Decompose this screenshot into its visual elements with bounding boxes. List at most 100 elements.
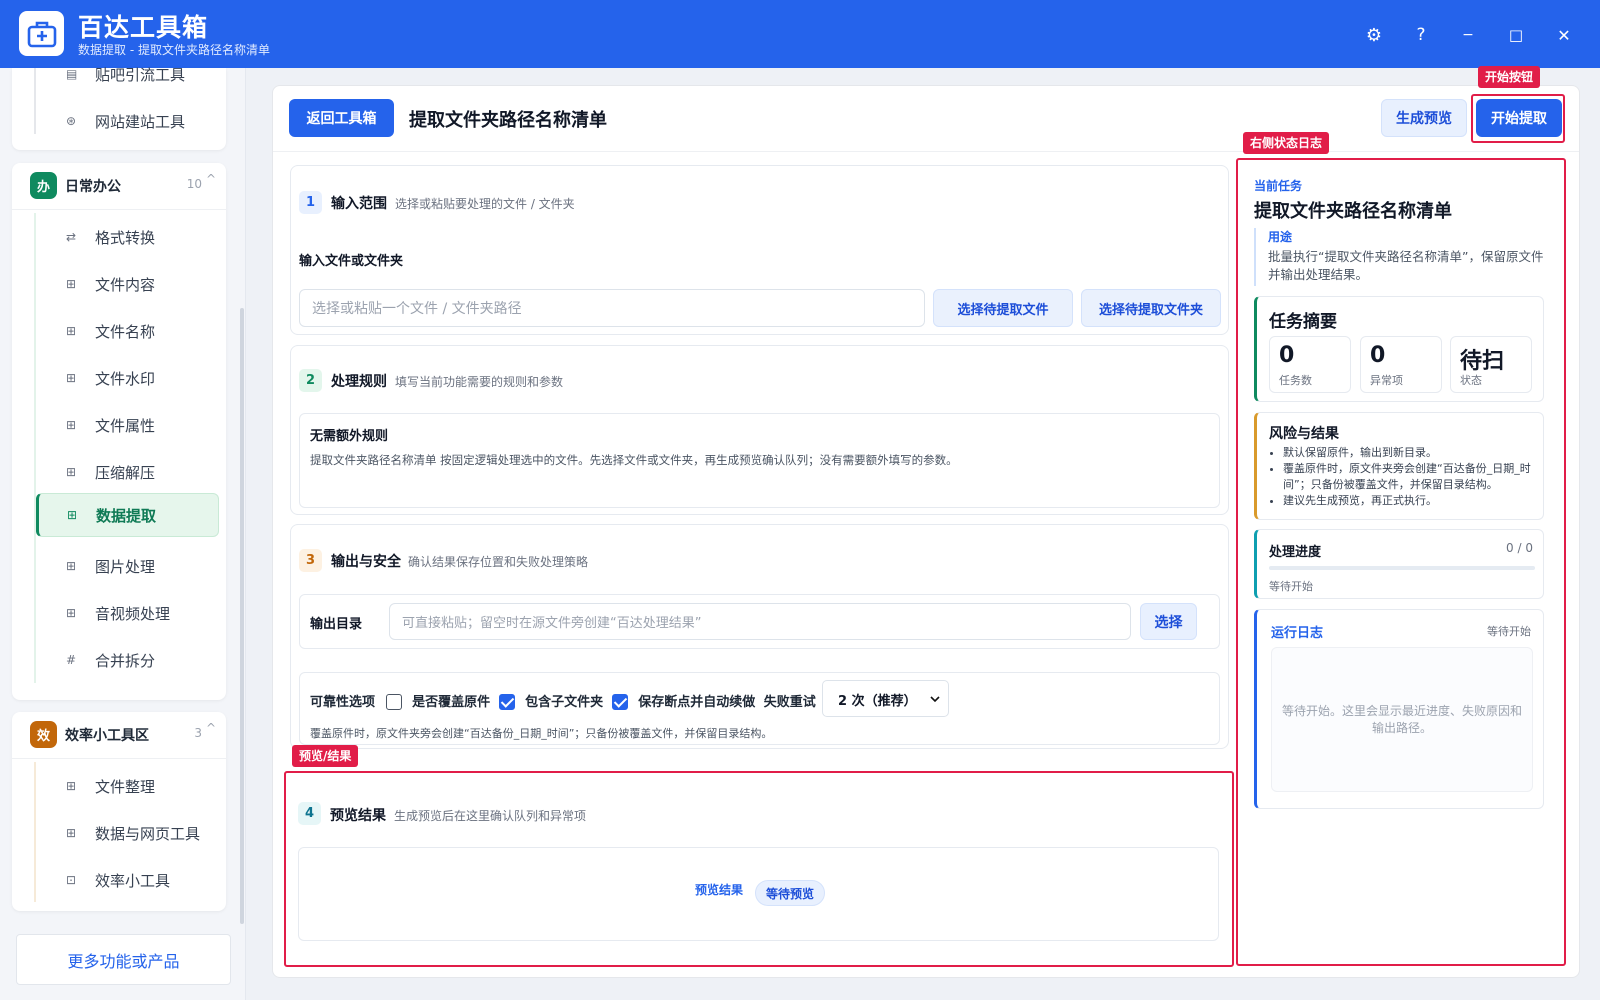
select-file-button[interactable]: 选择待提取文件 — [933, 289, 1073, 327]
group-count: 10 — [186, 177, 202, 191]
sidebar-item-watermark[interactable]: ⊞ 文件水印 — [12, 356, 226, 400]
retry-value: 2 次（推荐） — [838, 694, 917, 709]
choose-output-button[interactable]: 选择 — [1140, 603, 1197, 640]
retry-label: 失败重试 — [763, 695, 816, 710]
status-log-tag: 右侧状态日志 — [1243, 132, 1330, 154]
output-row: 输出目录 可直接粘贴；留空时在源文件旁创建“百达处理结果” 选择 — [299, 594, 1220, 649]
output-label: 输出目录 — [310, 617, 363, 632]
section-title: 输出与安全 — [331, 554, 401, 570]
reliability-row: 可靠性选项 是否覆盖原件 包含子文件夹 保存断点并自动续做 失败重试 2 次（推… — [299, 672, 1220, 745]
sidebar-item-tieba[interactable]: ▤ 贴吧引流工具 — [12, 52, 226, 96]
rule-box: 无需额外规则 提取文件夹路径名称清单 按固定逻辑处理选中的文件。先选择文件或文件… — [299, 413, 1220, 508]
chevron-up-icon: ^ — [205, 172, 216, 186]
sidebar-item-filename[interactable]: ⊞ 文件名称 — [12, 309, 226, 353]
step-number: 3 — [299, 549, 322, 572]
resume-checkbox[interactable] — [611, 693, 628, 710]
subfolders-label: 包含子文件夹 — [525, 695, 604, 710]
group-badge: 办 — [30, 172, 57, 199]
preview-result-tag: 预览/结果 — [292, 745, 359, 767]
help-icon[interactable]: ? — [1406, 20, 1436, 50]
sidebar-item-website[interactable]: ⊛ 网站建站工具 — [12, 99, 226, 143]
section-output: 3 输出与安全 确认结果保存位置和失败处理策略 输出目录 可直接粘贴；留空时在源… — [290, 524, 1229, 749]
title-bar: 百达工具箱 数据提取 - 提取文件夹路径名称清单 ⚙ ? − □ ✕ — [0, 0, 1600, 68]
grid-icon: ⊞ — [66, 371, 77, 385]
grid-icon: ⊞ — [66, 277, 77, 291]
sidebar-item-data-extract-active[interactable]: ⊞ 数据提取 — [36, 493, 219, 537]
start-button-highlight — [1471, 94, 1565, 143]
sidebar-scrollbar[interactable] — [240, 308, 244, 924]
grid-icon: ⊞ — [66, 606, 77, 620]
back-to-toolbox-button[interactable]: 返回工具箱 — [289, 99, 394, 137]
grid-icon: ⊞ — [66, 418, 77, 432]
sidebar-item-label: 合并拆分 — [95, 651, 156, 670]
sidebar-item-content[interactable]: ⊞ 文件内容 — [12, 262, 226, 306]
start-button-tag: 开始按钮 — [1478, 66, 1541, 88]
sidebar-item-label: 格式转换 — [95, 228, 156, 247]
section-title: 输入范围 — [331, 196, 387, 212]
section-rules: 2 处理规则 填写当前功能需要的规则和参数 无需额外规则 提取文件夹路径名称清单… — [290, 345, 1229, 515]
output-dir-field[interactable]: 可直接粘贴；留空时在源文件旁创建“百达处理结果” — [389, 603, 1131, 640]
document-icon: ▤ — [66, 67, 78, 81]
grid-icon: ⊞ — [66, 779, 77, 793]
reliability-label: 可靠性选项 — [310, 695, 376, 710]
sidebar-item-label: 数据提取 — [96, 506, 157, 525]
minimize-icon[interactable]: − — [1453, 20, 1483, 50]
settings-icon[interactable]: ⚙ — [1359, 20, 1389, 50]
swap-icon: ⇄ — [66, 230, 77, 244]
sidebar-item-data-web[interactable]: ⊞ 数据与网页工具 — [12, 811, 226, 855]
subfolders-checkbox[interactable] — [498, 693, 515, 710]
sidebar-item-label: 贴吧引流工具 — [95, 65, 186, 84]
group-title: 效率小工具区 — [65, 728, 149, 744]
reliability-note: 覆盖原件时，原文件夹旁会创建“百达备份_日期_时间”；只备份被覆盖文件，并保留目… — [310, 727, 773, 740]
retry-select[interactable]: 2 次（推荐） — [822, 680, 949, 717]
hash-icon: # — [66, 653, 77, 667]
grid-icon: ⊞ — [67, 508, 78, 522]
step-number: 2 — [299, 369, 322, 392]
toolbox-icon: ⊡ — [66, 873, 77, 887]
sidebar-item-label: 网站建站工具 — [95, 112, 186, 131]
sidebar-item-organize[interactable]: ⊞ 文件整理 — [12, 764, 226, 808]
group-header-office[interactable]: 办 日常办公 10 ^ — [12, 163, 226, 209]
app-title: 百达工具箱 — [78, 13, 209, 42]
sidebar-item-label: 文件属性 — [95, 416, 156, 435]
sidebar-item-merge-split[interactable]: # 合并拆分 — [12, 638, 226, 682]
sidebar-item-label: 效率小工具 — [95, 871, 171, 890]
sidebar-item-label: 压缩解压 — [95, 463, 156, 482]
resume-label: 保存断点并自动续做 — [638, 695, 756, 710]
section-description: 确认结果保存位置和失败处理策略 — [408, 555, 589, 569]
section-description: 填写当前功能需要的规则和参数 — [395, 375, 564, 389]
more-products-button[interactable]: 更多功能或产品 — [16, 934, 231, 985]
overwrite-checkbox[interactable] — [385, 693, 402, 710]
group-title: 日常办公 — [65, 179, 121, 195]
sidebar-item-image[interactable]: ⊞ 图片处理 — [12, 544, 226, 588]
input-path-field[interactable]: 选择或粘贴一个文件 / 文件夹路径 — [299, 289, 925, 327]
page-title: 提取文件夹路径名称清单 — [409, 110, 607, 131]
close-icon[interactable]: ✕ — [1549, 20, 1579, 50]
grid-icon: ⊞ — [66, 559, 77, 573]
sidebar-item-format[interactable]: ⇄ 格式转换 — [12, 215, 226, 259]
sidebar-item-label: 文件名称 — [95, 322, 156, 341]
sidebar-item-attributes[interactable]: ⊞ 文件属性 — [12, 403, 226, 447]
grid-icon: ⊞ — [66, 826, 77, 840]
sidebar-item-efficiency-tools[interactable]: ⊡ 效率小工具 — [12, 858, 226, 902]
rule-title: 无需额外规则 — [310, 429, 389, 444]
sidebar-group-web: ▤ 贴吧引流工具 ⊛ 网站建站工具 — [12, 66, 226, 150]
sidebar-item-compress[interactable]: ⊞ 压缩解压 — [12, 450, 226, 494]
maximize-icon[interactable]: □ — [1501, 20, 1531, 50]
app-logo-icon — [19, 11, 64, 56]
section-title: 处理规则 — [331, 374, 387, 390]
status-log-highlight — [1236, 158, 1566, 966]
group-header-efficiency[interactable]: 效 效率小工具区 3 ^ — [12, 712, 226, 758]
rule-text: 提取文件夹路径名称清单 按固定逻辑处理选中的文件。先选择文件或文件夹，再生成预览… — [310, 453, 958, 467]
sidebar-item-label: 文件整理 — [95, 777, 156, 796]
sidebar-item-label: 音视频处理 — [95, 604, 171, 623]
chevron-up-icon: ^ — [205, 721, 216, 735]
grid-icon: ⊞ — [66, 465, 77, 479]
sidebar-item-label: 文件水印 — [95, 369, 156, 388]
sidebar-item-av[interactable]: ⊞ 音视频处理 — [12, 591, 226, 635]
sidebar-group-office: 办 日常办公 10 ^ ⇄ 格式转换 ⊞ 文件内容 ⊞ 文件名称 ⊞ 文件水印 ⊞ 文件属… — [12, 163, 226, 700]
field-label: 输入文件或文件夹 — [299, 254, 404, 269]
generate-preview-button[interactable]: 生成预览 — [1381, 99, 1467, 137]
select-folder-button[interactable]: 选择待提取文件夹 — [1081, 289, 1221, 327]
preview-result-highlight — [284, 771, 1234, 967]
